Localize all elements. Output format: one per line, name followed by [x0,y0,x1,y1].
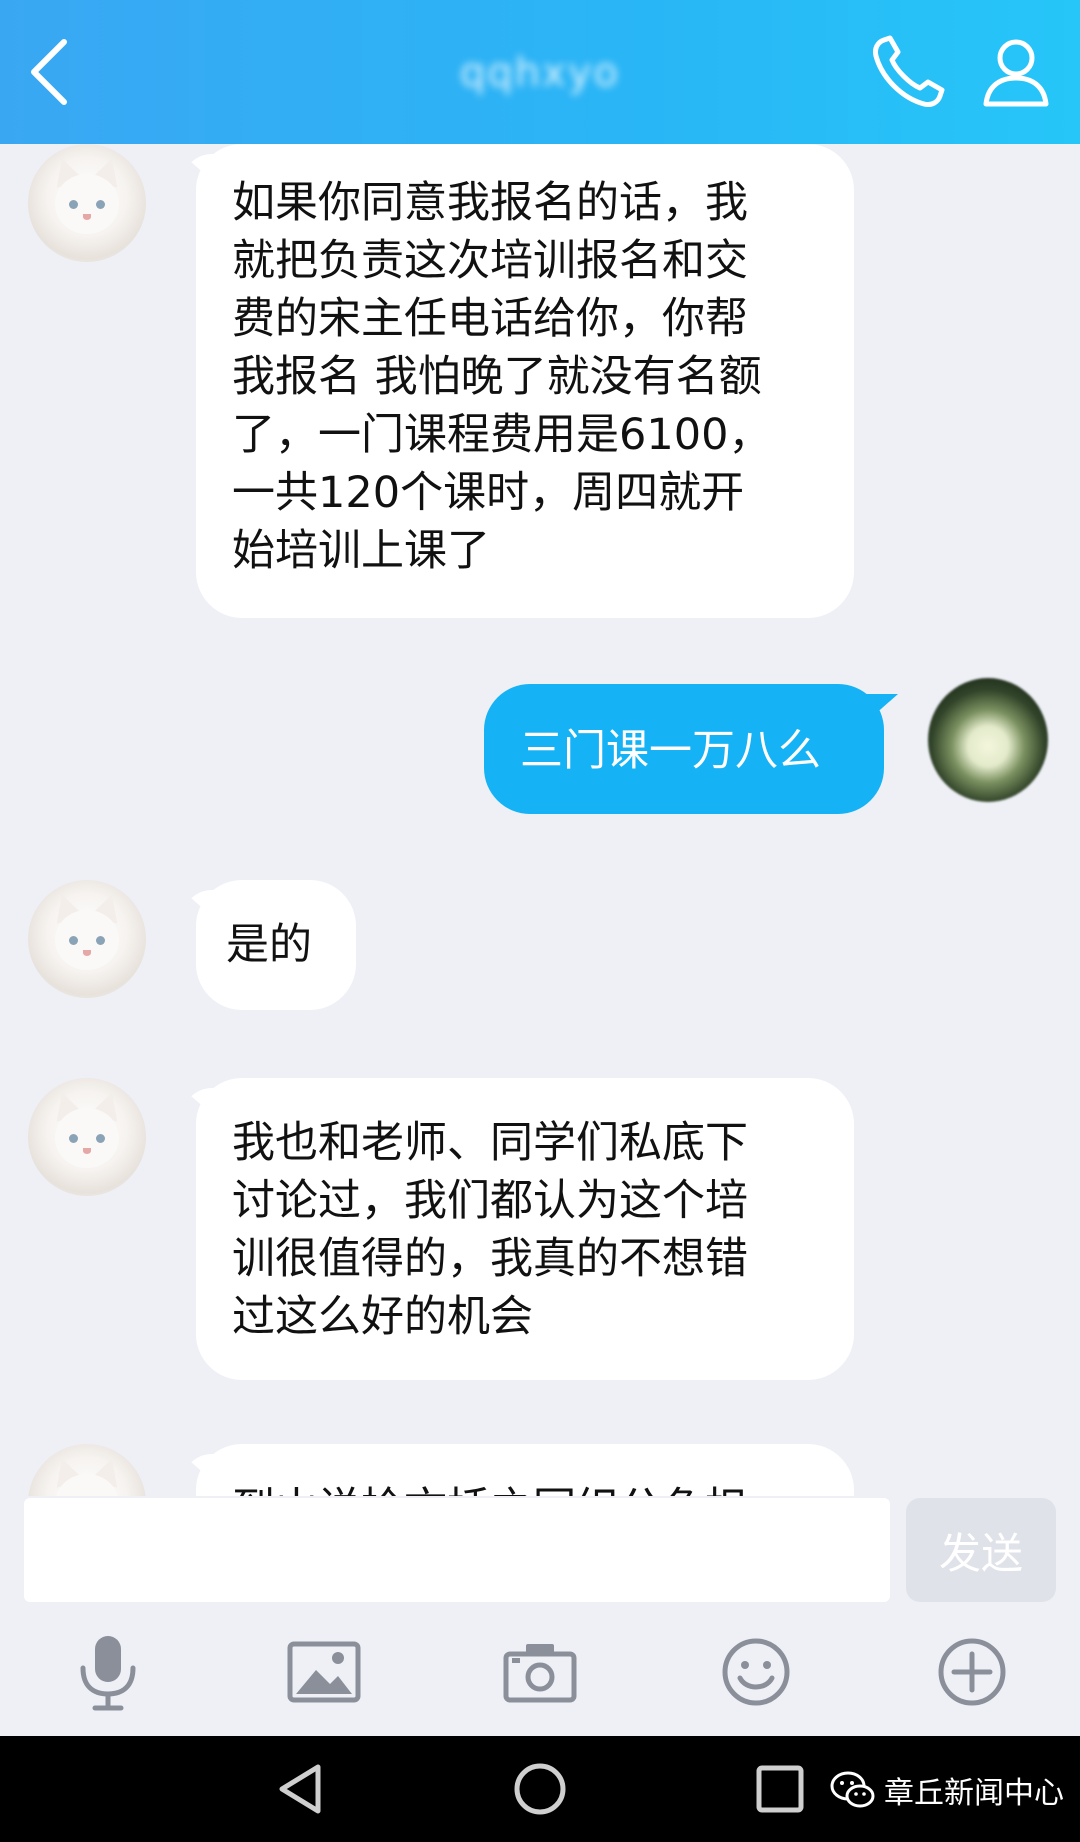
camera-button[interactable] [492,1624,588,1720]
nav-back-button[interactable] [252,1746,348,1832]
wechat-icon [830,1771,875,1808]
message-input[interactable] [24,1498,890,1602]
contact-avatar[interactable] [28,880,146,998]
message-line: 了，一门课程费用是6100， [232,410,772,460]
system-nav-bar: 章丘新闻中心 [0,1736,1080,1842]
contact-avatar[interactable] [28,1444,146,1496]
watermark-text: 章丘新闻中心 [884,1776,1064,1811]
message-line: 过这么好的机会 [232,1292,533,1342]
message-line: 如果你同意我报名的话，我 [232,178,748,228]
message-line: 我也和老师、同学们私底下 [232,1118,748,1168]
message-line: 始培训上课了 [232,526,490,576]
message-text: 三门课一万八么 [520,726,821,776]
composer: 发送 [0,1496,1080,1736]
nav-home-button[interactable] [492,1746,588,1832]
message-bubble-incoming[interactable]: 是的 [196,880,356,1010]
emoji-button[interactable] [708,1624,804,1720]
message-text: 到山说检文括之园织公负担 [232,1484,748,1496]
message-bubble-incoming[interactable]: 如果你同意我报名的话，我 就把负责这次培训报名和交 费的宋主任电话给你，你帮 我… [196,144,854,618]
profile-button[interactable] [968,24,1064,120]
image-icon [287,1641,361,1703]
plus-icon [938,1638,1006,1706]
nav-recents-button[interactable] [732,1746,828,1832]
image-button[interactable] [276,1624,372,1720]
message-text: 是的 [226,920,312,970]
camera-icon [503,1644,577,1703]
contact-name: qqhxyo [460,50,620,96]
message-bubble-outgoing[interactable]: 三门课一万八么 [484,684,884,814]
watermark: 章丘新闻中心 [830,1762,1064,1818]
more-button[interactable] [924,1624,1020,1720]
call-button[interactable] [860,24,956,120]
message-line: 费的宋主任电话给你，你帮 [232,294,748,344]
message-line: 讨论过，我们都认为这个培 [232,1176,748,1226]
message-line: 就把负责这次培训报名和交 [232,236,748,286]
user-icon [983,39,1049,107]
back-button[interactable] [0,24,96,120]
circle-home-icon [514,1763,566,1815]
message-line: 我报名 我怕晚了就没有名额 [232,352,762,402]
phone-icon [873,35,945,107]
send-button[interactable]: 发送 [906,1498,1056,1602]
contact-avatar[interactable] [28,1078,146,1196]
microphone-icon [80,1636,136,1711]
message-bubble-incoming[interactable]: 我也和老师、同学们私底下 讨论过，我们都认为这个培 训很值得的，我真的不想错 过… [196,1078,854,1380]
chat-header: qqhxyo [0,0,1080,144]
chevron-left-icon [31,39,67,105]
message-bubble-incoming[interactable]: 到山说检文括之园织公负担 [196,1444,854,1496]
message-line: 一共120个课时，周四就开 [232,468,745,518]
emoji-icon [722,1638,790,1706]
my-avatar[interactable] [928,678,1048,802]
message-list[interactable]: 如果你同意我报名的话，我 就把负责这次培训报名和交 费的宋主任电话给你，你帮 我… [0,144,1080,1496]
message-line: 训很值得的，我真的不想错 [232,1234,748,1284]
square-recents-icon [756,1765,804,1813]
triangle-back-icon [279,1764,321,1814]
voice-button[interactable] [60,1624,156,1720]
contact-avatar[interactable] [28,144,146,262]
